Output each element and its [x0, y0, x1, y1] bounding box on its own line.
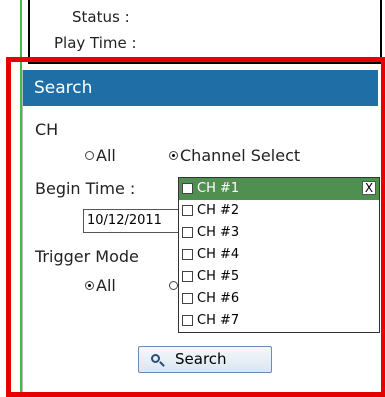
- channel-checkbox[interactable]: [182, 293, 193, 304]
- trigger-all-label[interactable]: All: [96, 276, 116, 295]
- trigger-mode-label: Trigger Mode: [35, 247, 139, 266]
- channel-option-label: CH #3: [197, 225, 240, 240]
- info-box: Status : Play Time :: [28, 0, 382, 64]
- channel-option-label: CH #7: [197, 313, 240, 328]
- channel-dropdown[interactable]: CH #1 X CH #2 CH #3 CH #4 CH #5 CH #6 CH…: [178, 177, 380, 333]
- search-button[interactable]: Search: [138, 346, 272, 373]
- status-label: Status :: [72, 8, 130, 26]
- channel-select-radio[interactable]: [169, 151, 178, 160]
- channel-option-label: CH #4: [197, 247, 240, 262]
- channel-checkbox[interactable]: [182, 249, 193, 260]
- channel-select-label[interactable]: Channel Select: [180, 146, 300, 165]
- trigger-all-radio[interactable]: [85, 281, 94, 290]
- channel-option-label: CH #1: [197, 181, 240, 196]
- channel-option-label: CH #6: [197, 291, 240, 306]
- channel-checkbox[interactable]: [182, 205, 193, 216]
- channel-option-label: CH #5: [197, 269, 240, 284]
- channel-checkbox[interactable]: [182, 315, 193, 326]
- channel-option[interactable]: CH #4: [179, 244, 379, 266]
- ch-all-label[interactable]: All: [96, 146, 116, 165]
- begin-time-label: Begin Time :: [35, 179, 136, 198]
- search-button-label: Search: [175, 350, 227, 368]
- channel-option[interactable]: CH #1 X: [179, 178, 379, 200]
- ch-all-radio[interactable]: [85, 151, 94, 160]
- play-time-label: Play Time :: [54, 34, 137, 52]
- channel-option[interactable]: CH #3: [179, 222, 379, 244]
- search-icon: [151, 354, 160, 363]
- begin-date-input[interactable]: 10/12/2011: [83, 209, 181, 233]
- ch-label: CH: [35, 120, 59, 139]
- channel-option-label: CH #2: [197, 203, 240, 218]
- channel-checkbox[interactable]: [182, 183, 193, 194]
- channel-option[interactable]: CH #2: [179, 200, 379, 222]
- trigger-other-radio[interactable]: [169, 281, 178, 290]
- channel-checkbox[interactable]: [182, 227, 193, 238]
- panel-title: Search: [23, 70, 378, 106]
- channel-option[interactable]: CH #7: [179, 310, 379, 332]
- channel-option[interactable]: CH #5: [179, 266, 379, 288]
- close-icon[interactable]: X: [362, 181, 376, 195]
- search-panel: Search CH All Channel Select Begin Time …: [22, 70, 380, 392]
- channel-checkbox[interactable]: [182, 271, 193, 282]
- channel-option[interactable]: CH #6: [179, 288, 379, 310]
